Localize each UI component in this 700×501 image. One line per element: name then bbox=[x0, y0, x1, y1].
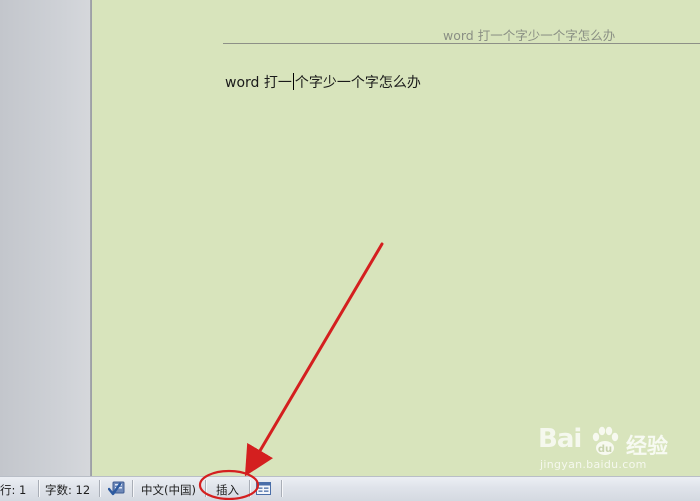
watermark-logo-text: Bai bbox=[538, 424, 582, 454]
header-divider bbox=[223, 43, 700, 44]
status-separator bbox=[281, 480, 282, 497]
insert-mode-status[interactable]: 插入 bbox=[216, 482, 239, 498]
status-bar: 行: 1 字数: 12 中文(中国) 插入 bbox=[0, 476, 700, 501]
word-window: word 打一个字少一个字怎么办 word 打一 个字少一个字怎么办 Bai du… bbox=[0, 0, 700, 501]
status-separator bbox=[132, 480, 133, 497]
body-text-after-cursor: 个字少一个字怎么办 bbox=[294, 75, 421, 91]
body-text-before-cursor: word 打一 bbox=[225, 75, 292, 91]
document-body-line[interactable]: word 打一 个字少一个字怎么办 bbox=[225, 72, 421, 92]
svg-text:du: du bbox=[598, 444, 612, 455]
watermark-brand-text: 经验 bbox=[626, 434, 668, 458]
proofing-check-icon[interactable] bbox=[108, 480, 126, 497]
baidu-jingyan-watermark: Bai du 经验 jingyan.baidu.com bbox=[538, 424, 698, 474]
language-status[interactable]: 中文(中国) bbox=[141, 482, 196, 498]
status-separator bbox=[38, 480, 39, 497]
watermark-url-text: jingyan.baidu.com bbox=[540, 458, 647, 471]
page-gutter bbox=[0, 0, 92, 476]
text-cursor bbox=[292, 73, 294, 90]
status-separator bbox=[99, 480, 100, 497]
line-number-status[interactable]: 行: 1 bbox=[0, 482, 26, 498]
status-separator bbox=[205, 480, 206, 497]
word-count-status[interactable]: 字数: 12 bbox=[45, 482, 90, 498]
status-separator bbox=[249, 480, 250, 497]
page-header-text[interactable]: word 打一个字少一个字怎么办 bbox=[443, 25, 615, 44]
paw-icon: du bbox=[592, 426, 619, 455]
macro-record-icon[interactable] bbox=[256, 482, 271, 495]
